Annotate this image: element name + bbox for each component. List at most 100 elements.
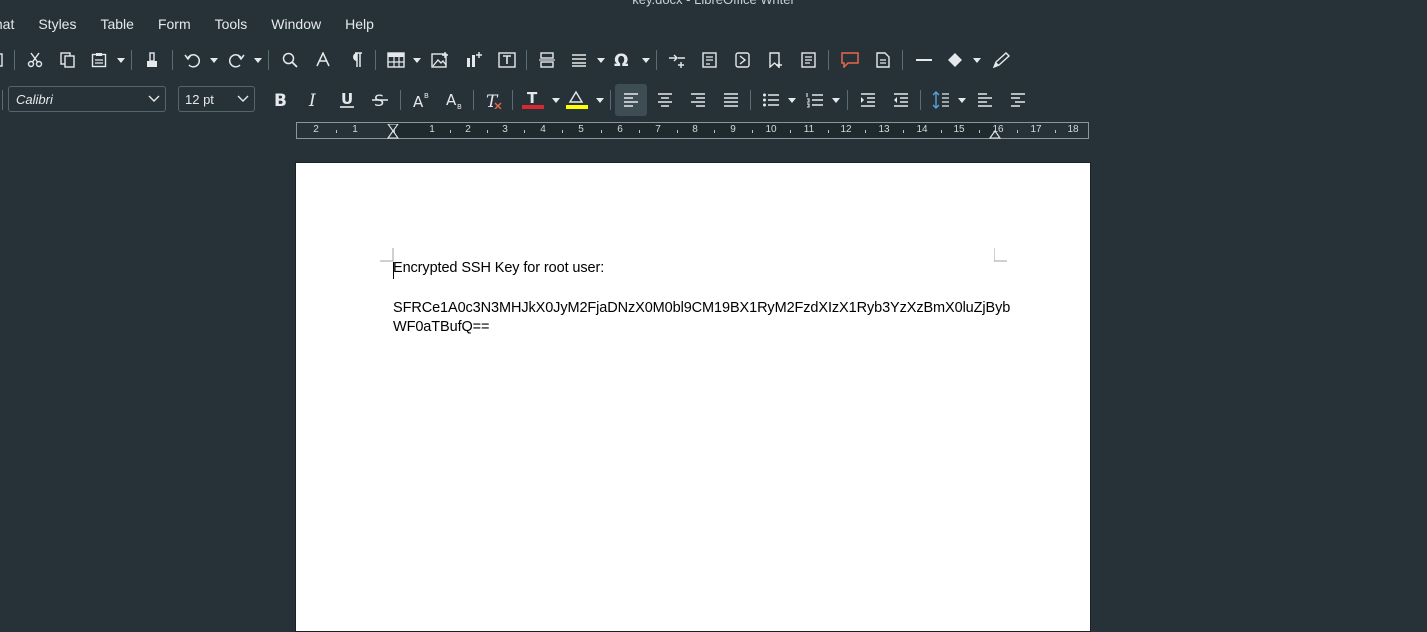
unordered-list-icon[interactable] bbox=[760, 84, 782, 116]
ruler-label: 15 bbox=[953, 124, 965, 135]
increase-indent-icon[interactable] bbox=[857, 84, 879, 116]
font-color-icon[interactable]: T bbox=[522, 84, 546, 116]
indent-marker-icon[interactable] bbox=[387, 124, 399, 139]
highlighting-dropdown-icon[interactable] bbox=[595, 84, 605, 116]
decrease-indent-icon[interactable] bbox=[890, 84, 912, 116]
insert-table-icon[interactable] bbox=[385, 44, 407, 76]
partial-icon[interactable] bbox=[0, 44, 6, 76]
text-boundary-corner-tl bbox=[380, 248, 394, 262]
ordered-list-icon[interactable] bbox=[804, 84, 826, 116]
horizontal-ruler[interactable]: 2 1 1 2 3 4 5 6 7 8 9 10 11 12 13 14 15 16 17 18 bbox=[296, 122, 1089, 139]
paste-dropdown-icon[interactable] bbox=[116, 44, 126, 76]
document-line-1: Encrypted SSH Key for root user: bbox=[393, 260, 605, 276]
svg-text:A: A bbox=[413, 93, 424, 109]
insert-line-icon[interactable] bbox=[913, 44, 935, 76]
redo-icon[interactable] bbox=[226, 44, 248, 76]
ruler-tick bbox=[524, 130, 525, 133]
insert-image-icon[interactable] bbox=[429, 44, 451, 76]
bold-icon[interactable]: B bbox=[270, 84, 292, 116]
insert-textbox-icon[interactable] bbox=[496, 44, 518, 76]
field-dropdown-icon[interactable] bbox=[596, 44, 606, 76]
ruler-tick bbox=[487, 130, 488, 133]
footnote-icon[interactable] bbox=[699, 44, 721, 76]
page-break-icon[interactable] bbox=[536, 44, 558, 76]
ruler-label: 11 bbox=[803, 124, 815, 135]
menu-help[interactable]: Help bbox=[333, 16, 386, 32]
shapes-dropdown-icon[interactable] bbox=[972, 44, 982, 76]
font-size-combobox[interactable]: 12 pt bbox=[178, 86, 255, 112]
special-character-icon[interactable]: Ω bbox=[611, 44, 633, 76]
menu-table[interactable]: Table bbox=[88, 16, 145, 32]
standard-toolbar: Ω bbox=[0, 44, 1427, 76]
undo-dropdown-icon[interactable] bbox=[209, 44, 219, 76]
ruler-tick bbox=[903, 130, 904, 133]
justify-icon[interactable] bbox=[720, 84, 742, 116]
basic-shapes-icon[interactable] bbox=[944, 44, 966, 76]
ordered-list-dropdown-icon[interactable] bbox=[831, 84, 841, 116]
line-spacing-dropdown-icon[interactable] bbox=[957, 84, 967, 116]
copy-icon[interactable] bbox=[57, 44, 79, 76]
svg-text:B: B bbox=[457, 103, 462, 109]
draw-functions-icon[interactable] bbox=[990, 44, 1012, 76]
ruler-tick bbox=[790, 130, 791, 133]
redo-dropdown-icon[interactable] bbox=[253, 44, 263, 76]
spelling-icon[interactable] bbox=[312, 44, 334, 76]
menu-form[interactable]: Form bbox=[146, 16, 203, 32]
underline-icon[interactable]: U bbox=[336, 84, 358, 116]
find-replace-icon[interactable] bbox=[279, 44, 301, 76]
superscript-icon[interactable]: AB bbox=[411, 84, 433, 116]
strikethrough-icon[interactable]: S bbox=[369, 84, 391, 116]
hyperlink-icon[interactable] bbox=[666, 44, 688, 76]
ruler-label: 6 bbox=[617, 124, 623, 135]
ruler-tick bbox=[714, 130, 715, 133]
paragraph-spacing-icon[interactable] bbox=[974, 84, 996, 116]
table-dropdown-icon[interactable] bbox=[412, 44, 422, 76]
font-name-value: Calibri bbox=[16, 92, 53, 107]
set-paragraph-style-icon[interactable] bbox=[1007, 84, 1029, 116]
right-indent-marker-icon[interactable] bbox=[989, 124, 1001, 139]
menu-window[interactable]: Window bbox=[259, 16, 333, 32]
insert-comment-icon[interactable] bbox=[839, 44, 861, 76]
formatting-marks-icon[interactable] bbox=[345, 44, 367, 76]
font-color-dropdown-icon[interactable] bbox=[551, 84, 561, 116]
ruler-tick bbox=[865, 130, 866, 133]
highlighting-color-icon[interactable] bbox=[566, 84, 590, 116]
menu-tools[interactable]: Tools bbox=[203, 16, 260, 32]
document-page[interactable]: Encrypted SSH Key for root user: SFRCe1A… bbox=[295, 162, 1091, 632]
window-title: key.docx - LibreOffice Writer bbox=[0, 0, 1427, 8]
menu-styles[interactable]: Styles bbox=[26, 16, 88, 32]
ruler-tick bbox=[1055, 130, 1056, 133]
align-left-icon[interactable] bbox=[615, 84, 647, 116]
ruler-label: 3 bbox=[502, 124, 508, 135]
chevron-down-icon[interactable] bbox=[237, 93, 249, 105]
align-center-icon[interactable] bbox=[654, 84, 676, 116]
ruler-tick bbox=[752, 130, 753, 133]
clone-formatting-icon[interactable] bbox=[141, 44, 163, 76]
chevron-down-icon[interactable] bbox=[148, 93, 160, 105]
ruler-label: 5 bbox=[578, 124, 584, 135]
ruler-tick bbox=[562, 130, 563, 133]
insert-field-icon[interactable] bbox=[568, 44, 590, 76]
text-boundary-corner-tr bbox=[994, 248, 1007, 262]
menu-format[interactable]: mat bbox=[0, 16, 26, 32]
cut-icon[interactable] bbox=[24, 44, 46, 76]
font-name-combobox[interactable]: Calibri bbox=[8, 86, 166, 112]
undo-icon[interactable] bbox=[181, 44, 203, 76]
cross-reference-field-icon[interactable] bbox=[798, 44, 820, 76]
unordered-list-dropdown-icon[interactable] bbox=[787, 84, 797, 116]
italic-icon[interactable]: I bbox=[303, 84, 325, 116]
subscript-icon[interactable]: AB bbox=[444, 84, 466, 116]
insert-chart-icon[interactable] bbox=[463, 44, 485, 76]
align-right-icon[interactable] bbox=[687, 84, 709, 116]
ruler-label: 7 bbox=[655, 124, 661, 135]
cross-reference-icon[interactable] bbox=[732, 44, 754, 76]
clear-formatting-icon[interactable]: T bbox=[483, 84, 505, 116]
ruler-tick bbox=[601, 130, 602, 133]
track-changes-icon[interactable] bbox=[872, 44, 894, 76]
ruler-tick bbox=[677, 130, 678, 133]
bookmark-icon[interactable] bbox=[764, 44, 786, 76]
svg-text:A: A bbox=[446, 91, 457, 109]
special-character-dropdown-icon[interactable] bbox=[641, 44, 651, 76]
line-spacing-icon[interactable] bbox=[930, 84, 952, 116]
paste-icon[interactable] bbox=[88, 44, 110, 76]
